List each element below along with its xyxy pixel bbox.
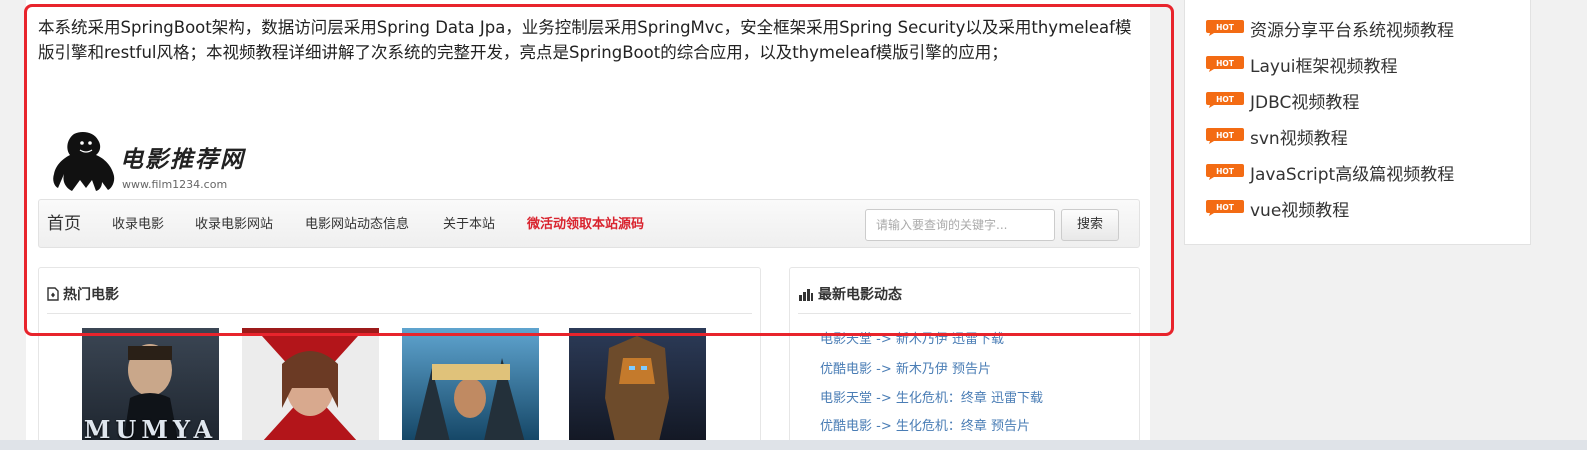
search-button[interactable]: 搜索 — [1061, 209, 1119, 241]
sidebar-item-label: JavaScript高级篇视频教程 — [1250, 164, 1455, 185]
hot-badge-label: HOT — [1216, 167, 1235, 176]
sidebar-item-javascript[interactable]: HOT JavaScript高级篇视频教程 — [1206, 160, 1455, 185]
nav-promo-link[interactable]: 微活动领取本站源码 — [527, 200, 644, 249]
sidebar-item-vue[interactable]: HOT vue视频教程 — [1206, 196, 1350, 221]
site-logo[interactable]: 电影推荐网 www.film1234.com — [52, 130, 245, 192]
hot-badge-label: HOT — [1216, 95, 1235, 104]
news-item-4[interactable]: 优酷电影 -> 生化危机：终章 预告片 — [820, 415, 1030, 434]
latest-news-divider — [798, 313, 1131, 314]
file-icon — [47, 287, 59, 301]
movie-poster-4[interactable] — [569, 328, 706, 450]
hot-badge-icon: HOT — [1206, 200, 1244, 216]
search-input[interactable] — [865, 209, 1055, 241]
poster-image — [569, 328, 706, 450]
movie-poster-1[interactable]: MUMYA — [82, 328, 219, 450]
sidebar-item-label: Layui框架视频教程 — [1250, 56, 1398, 77]
latest-news-heading: 最新电影动态 — [798, 284, 902, 304]
movie-poster-3[interactable] — [402, 328, 539, 450]
latest-news-title: 最新电影动态 — [818, 287, 902, 303]
sidebar-item-resource-share[interactable]: HOT 资源分享平台系统视频教程 — [1206, 16, 1454, 41]
sidebar-item-label: svn视频教程 — [1250, 128, 1348, 149]
sidebar-item-jdbc[interactable]: HOT JDBC视频教程 — [1206, 88, 1360, 113]
hot-movies-title: 热门电影 — [63, 287, 119, 303]
logo-title: 电影推荐网 — [120, 146, 245, 173]
nav-home[interactable]: 首页 — [47, 200, 81, 249]
hot-movies-heading: 热门电影 — [47, 284, 119, 304]
hot-badge-icon: HOT — [1206, 128, 1244, 144]
hot-badge-icon: HOT — [1206, 92, 1244, 108]
news-item-3[interactable]: 电影天堂 -> 生化危机：终章 迅雷下载 — [820, 387, 1043, 406]
poster-image — [402, 328, 539, 450]
logo-url: www.film1234.com — [122, 178, 228, 191]
nav-movies[interactable]: 收录电影 — [112, 200, 164, 249]
article-description: 本系统采用SpringBoot架构，数据访问层采用Spring Data Jpa… — [38, 18, 1132, 62]
hot-badge-icon: HOT — [1206, 20, 1244, 36]
sidebar-item-label: JDBC视频教程 — [1250, 92, 1360, 113]
main-navbar: 首页 收录电影 收录电影网站 电影网站动态信息 关于本站 微活动领取本站源码 搜… — [38, 199, 1140, 248]
page-bottom-bar — [0, 440, 1587, 450]
nav-site-news[interactable]: 电影网站动态信息 — [305, 200, 409, 249]
news-item-2[interactable]: 优酷电影 -> 新木乃伊 预告片 — [820, 358, 991, 377]
movie-poster-2[interactable] — [242, 328, 379, 450]
hot-movies-divider — [47, 313, 752, 314]
nav-movie-sites[interactable]: 收录电影网站 — [195, 200, 273, 249]
gorilla-logo-icon — [53, 132, 115, 191]
hot-badge-icon: HOT — [1206, 164, 1244, 180]
sidebar-item-label: vue视频教程 — [1250, 200, 1350, 221]
poster-image — [242, 328, 379, 450]
hot-badge-icon: HOT — [1206, 56, 1244, 72]
hot-badge-label: HOT — [1216, 59, 1235, 68]
bar-chart-icon — [799, 289, 813, 301]
nav-about[interactable]: 关于本站 — [443, 200, 495, 249]
hot-badge-label: HOT — [1216, 203, 1235, 212]
sidebar-item-label: 资源分享平台系统视频教程 — [1250, 20, 1454, 41]
news-item-1[interactable]: 电影天堂 -> 新木乃伊 迅雷下载 — [820, 328, 1004, 347]
sidebar-item-svn[interactable]: HOT svn视频教程 — [1206, 124, 1348, 149]
hot-badge-label: HOT — [1216, 131, 1235, 140]
sidebar-item-layui[interactable]: HOT Layui框架视频教程 — [1206, 52, 1398, 77]
hot-badge-label: HOT — [1216, 23, 1235, 32]
